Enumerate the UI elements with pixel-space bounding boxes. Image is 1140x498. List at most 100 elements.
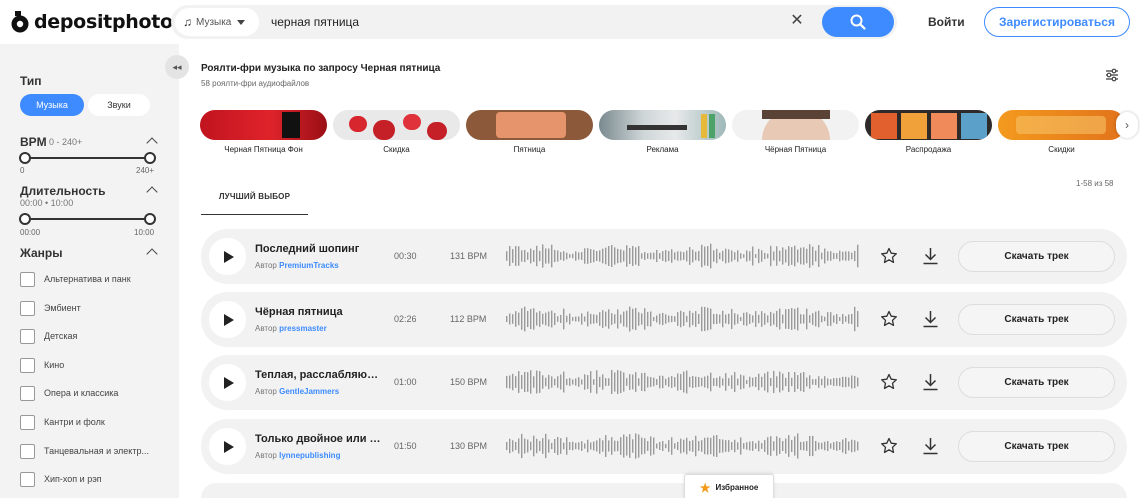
genre-checkbox[interactable]: Альтернатива и панк [20,271,131,287]
bpm-max-handle[interactable] [144,152,156,164]
checkbox-icon[interactable] [20,414,35,430]
author-link[interactable]: PremiumTracks [279,261,339,270]
favorite-star-icon[interactable] [880,247,898,265]
good-morning-friday-thumbnail [466,110,593,140]
logo[interactable]: depositphotos [10,10,184,34]
category-card[interactable]: Черная Пятница Фон [200,110,327,154]
download-track-button[interactable]: Скачать трек [958,367,1115,398]
genre-checkbox[interactable]: Танцевальная и электр... [20,443,149,459]
checkbox-icon[interactable] [20,443,35,459]
checkbox-icon[interactable] [20,357,35,373]
favorite-star-icon[interactable] [880,437,898,455]
favorites-button[interactable]: ★ Избранное [684,474,774,498]
favorite-star-icon[interactable] [880,310,898,328]
download-icon[interactable] [922,373,939,391]
chevron-up-icon[interactable] [146,186,158,198]
checkbox-icon[interactable] [20,300,35,316]
clear-search-icon[interactable]: ✕ [789,13,805,29]
download-track-button[interactable]: Скачать трек [958,241,1115,272]
favorite-star-icon[interactable] [880,373,898,391]
play-icon [224,376,234,389]
category-card[interactable]: Скидки [998,110,1125,154]
track-title[interactable]: Только двойное или ничего [255,433,381,445]
bpm-max-label: 240+ [136,166,155,175]
track-title[interactable]: Теплая, расслабляющая... [255,369,381,381]
genre-checkbox[interactable]: Эмбиент [20,300,81,316]
category-label: Скидка [383,145,410,154]
track-bpm: 112 BPM [450,314,487,324]
checkbox-icon[interactable] [20,471,35,487]
checkbox-icon[interactable] [20,271,35,287]
play-button[interactable] [209,428,246,465]
track-author: Автор GentleJammers [255,387,339,396]
duration-slider-track[interactable] [26,218,150,220]
search-scope-label: Музыка [196,16,232,28]
track-title[interactable]: Последний шопинг [255,243,381,255]
chevron-up-icon[interactable] [146,248,158,260]
search-button[interactable] [822,7,894,37]
download-icon[interactable] [922,310,939,328]
category-card[interactable]: Пятница [466,110,593,154]
author-prefix: Автор [255,451,277,460]
track-row: Теплая, расслабляющая... Автор GentleJam… [201,355,1127,410]
register-button[interactable]: Зарегистироваться [984,7,1130,37]
play-button[interactable] [209,301,246,338]
duration-max-handle[interactable] [144,213,156,225]
collapse-sidebar-button[interactable]: ◂◂ [165,55,189,79]
logo-text: depositphotos [34,11,184,33]
genre-checkbox[interactable]: Кантри и фолк [20,414,105,430]
track-row [201,483,1127,498]
download-icon[interactable] [922,247,939,265]
type-sounds-toggle[interactable]: Звуки [88,94,150,116]
genre-checkbox[interactable]: Детская [20,328,77,344]
waveform[interactable] [505,241,861,271]
waveform[interactable] [505,367,861,397]
chevron-right-icon[interactable]: › [1116,112,1138,138]
duration-range-text: 00:00 • 10:00 [20,198,74,208]
bpm-min-label: 0 [20,166,25,175]
track-row: Только двойное или ничего Автор lynnepub… [201,419,1127,474]
genre-label: Танцевальная и электр... [44,446,149,456]
checkbox-icon[interactable] [20,385,35,401]
author-link[interactable]: GentleJammers [279,387,339,396]
author-link[interactable]: lynnepublishing [279,451,340,460]
track-author: Автор lynnepublishing [255,451,340,460]
track-duration: 01:50 [394,441,417,451]
duration-min-handle[interactable] [19,213,31,225]
search-input[interactable] [271,12,771,32]
genre-label: Кантри и фолк [44,417,105,427]
author-link[interactable]: pressmaster [279,324,327,333]
waveform[interactable] [505,431,861,461]
type-music-toggle[interactable]: Музыка [20,94,84,116]
play-button[interactable] [209,364,246,401]
category-card[interactable]: Чёрная Пятница [732,110,859,154]
download-track-button[interactable]: Скачать трек [958,304,1115,335]
genre-checkbox[interactable]: Опера и классика [20,385,118,401]
author-prefix: Автор [255,261,277,270]
category-label: Распродажа [905,145,952,154]
tab-best-match[interactable]: ЛУЧШИЙ ВЫБОР [201,185,308,215]
caret-down-icon [237,19,246,25]
genre-checkbox[interactable]: Кино [20,357,64,373]
login-link[interactable]: Войти [928,15,965,29]
bpm-min-handle[interactable] [19,152,31,164]
chevron-up-icon[interactable] [146,137,158,149]
waveform[interactable] [505,304,861,334]
bpm-filter-title: BPM [20,135,47,149]
checkbox-icon[interactable] [20,328,35,344]
track-bpm: 131 BPM [450,251,488,261]
download-track-button[interactable]: Скачать трек [958,431,1115,462]
search-scope-dropdown[interactable]: ♫ Музыка [175,8,259,36]
category-card[interactable]: Скидка [333,110,460,154]
filter-settings-icon[interactable] [1105,68,1119,82]
play-button[interactable] [209,238,246,275]
download-icon[interactable] [922,437,939,455]
track-title[interactable]: Чёрная пятница [255,306,381,318]
category-card[interactable]: Распродажа [865,110,992,154]
category-card[interactable]: Реклама [599,110,726,154]
track-bpm: 150 BPM [450,377,488,387]
related-categories: Черная Пятница Фон Скидка Пятница Реклам… [200,110,1130,160]
black-friday-tag-thumbnail [200,110,327,140]
bpm-slider-track[interactable] [26,157,150,159]
genre-checkbox[interactable]: Хип-хоп и рэп [20,471,102,487]
